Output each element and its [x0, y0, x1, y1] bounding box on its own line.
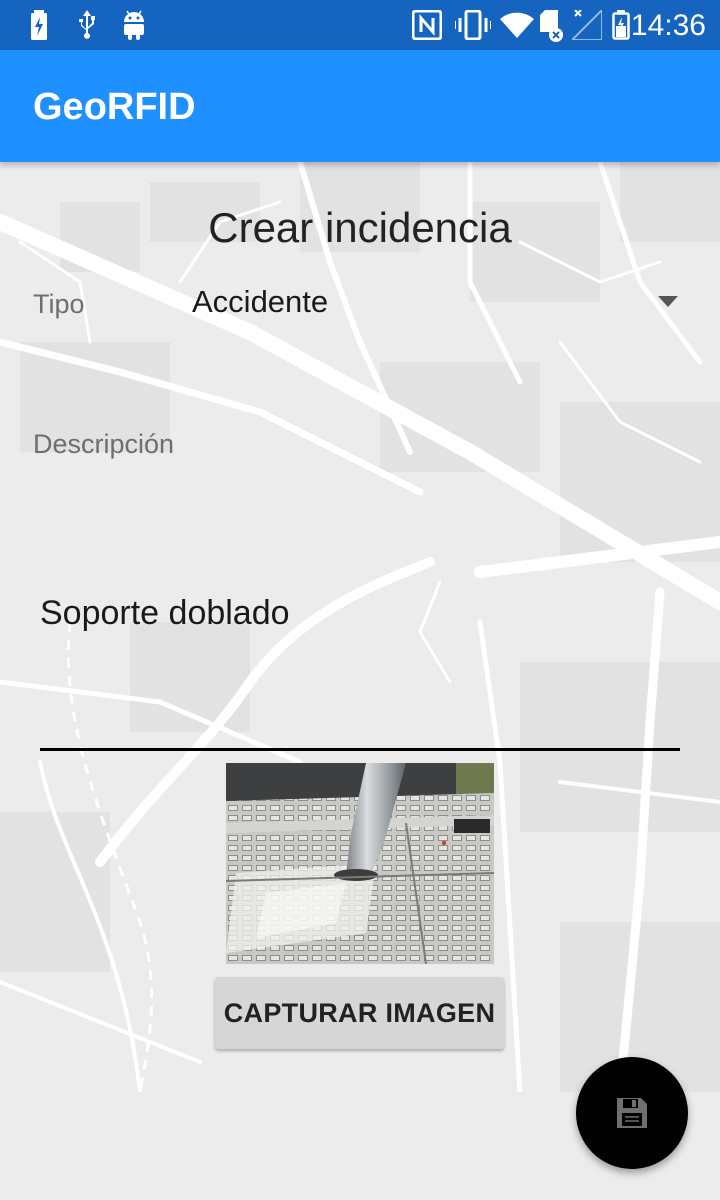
save-fab[interactable]	[576, 1057, 688, 1169]
descripcion-value: Soporte doblado	[40, 594, 290, 632]
android-icon	[124, 10, 144, 40]
nfc-icon	[412, 10, 442, 40]
tipo-dropdown[interactable]: Accidente	[190, 282, 690, 326]
status-bar: 14:36	[0, 0, 720, 50]
capture-image-button[interactable]: CAPTURAR IMAGEN	[215, 977, 504, 1049]
app-bar: GeoRFID	[0, 50, 720, 162]
tipo-label: Tipo	[33, 289, 85, 319]
create-incident-form: Crear incidencia Tipo Accidente Descripc…	[0, 162, 720, 1200]
vibrate-icon	[455, 10, 491, 40]
descripcion-input[interactable]: Soporte doblado	[40, 582, 680, 751]
captured-photo	[226, 763, 494, 964]
descripcion-label: Descripción	[33, 429, 175, 459]
status-time: 14:36	[630, 9, 706, 42]
signal-icon	[572, 10, 602, 40]
page-title: Crear incidencia	[208, 204, 512, 251]
usb-icon	[79, 10, 95, 39]
sd-card-icon	[540, 10, 563, 42]
battery-icon	[612, 10, 630, 40]
app-title: GeoRFID	[33, 86, 196, 128]
dropdown-arrow-icon	[658, 296, 678, 307]
battery-charging-icon	[31, 10, 47, 40]
wifi-icon	[500, 12, 534, 38]
tipo-selected-value: Accidente	[192, 284, 329, 319]
save-icon	[617, 1098, 647, 1128]
